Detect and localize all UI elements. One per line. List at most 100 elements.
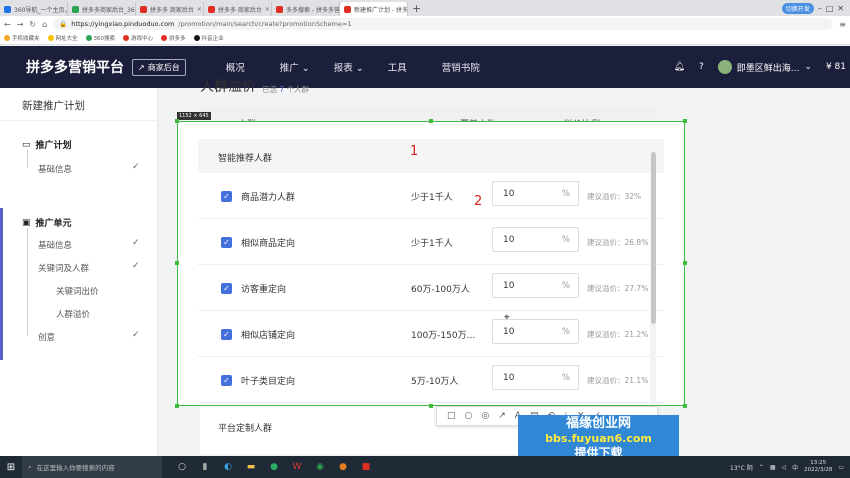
reload-icon[interactable]: ↻ (29, 20, 36, 29)
close-tab-icon[interactable]: ✕ (265, 6, 270, 13)
browser-tab-5[interactable]: 多多搜索 - 拼多多营销平台✕ (272, 2, 340, 16)
maximize-icon[interactable]: □ (826, 4, 834, 13)
resize-handle[interactable] (175, 404, 179, 408)
notification-icon[interactable]: ▭ (838, 464, 844, 471)
row-checkbox[interactable]: ✓ (221, 375, 232, 386)
resize-handle[interactable] (683, 404, 687, 408)
resize-handle[interactable] (429, 404, 433, 408)
bookmark-icon (47, 35, 54, 41)
selected-count: 已选 7 个人群 (262, 85, 310, 94)
app-icon[interactable]: W (291, 462, 303, 472)
home-icon[interactable]: ⌂ (42, 20, 47, 29)
bookmark-item[interactable]: 拼多多 (161, 34, 186, 42)
wechat-icon[interactable]: ● (268, 462, 280, 472)
nav-academy[interactable]: 营销书院 (442, 60, 496, 74)
browser-tab-2[interactable]: 拼多多商家后台_360搜索✕ (68, 2, 136, 16)
sidebar-item-audience-premium[interactable]: 人群溢价 (56, 308, 90, 320)
resize-handle[interactable] (175, 261, 179, 265)
group-title: 智能推荐人群 (218, 154, 273, 164)
tab-favicon-icon (276, 5, 283, 13)
app-icon[interactable]: ■ (360, 462, 372, 472)
arrow-tool-icon[interactable]: ↗ (498, 411, 506, 421)
edge-icon[interactable]: ◐ (222, 462, 234, 472)
browser-tab-1[interactable]: 360导航_一个主页，整个世界✕ (0, 2, 68, 16)
browser-tab-4[interactable]: 拼多多 商家后台 ✕ (204, 2, 272, 16)
app-logo[interactable]: 拼多多营销平台 (26, 57, 124, 77)
avatar (717, 60, 732, 74)
help-icon[interactable]: ? (699, 62, 704, 72)
tree-line (27, 150, 28, 168)
rectangle-tool-icon[interactable]: □ (447, 411, 456, 421)
sidebar-item-plan-basic[interactable]: 基础信息 (38, 163, 72, 175)
forward-icon[interactable]: → (17, 20, 24, 29)
scrollbar-thumb[interactable] (651, 152, 656, 324)
resize-handle[interactable] (429, 119, 433, 123)
watermark-line2: bbs.fuyuan6.com (545, 432, 652, 445)
balance[interactable]: ¥ 81 (826, 62, 846, 72)
resize-handle[interactable] (175, 119, 179, 123)
search-icon: ⌕ (28, 462, 32, 471)
user-menu[interactable]: 即墨区鲜出海... ⌄ (717, 60, 812, 74)
premium-input[interactable]: 10% (492, 227, 579, 252)
windows-start-icon[interactable]: ⊞ (0, 462, 22, 473)
sidebar-item-keyword-bid[interactable]: 关键词出价 (56, 285, 99, 297)
table-row: ✓ 商品潜力人群 少于1千人 10% 建议溢价：32% (198, 173, 664, 219)
table-row: ✓ 相似商品定向 少于1千人 10% 建议溢价：26.8% (198, 219, 664, 265)
bookmark-item[interactable]: 手机收藏夹 (4, 34, 40, 42)
active-indicator (0, 208, 3, 360)
bookmark-item[interactable]: 抖音企业 (193, 34, 224, 42)
app-icon[interactable]: ◉ (314, 462, 326, 472)
row-checkbox[interactable]: ✓ (221, 237, 232, 248)
folder-icon[interactable]: ▬ (245, 462, 257, 472)
resize-handle[interactable] (683, 119, 687, 123)
capture-selection[interactable]: 智能推荐人群 1 2 ✓ 商品潜力人群 少于1千人 10% 建议溢价：32% ✓… (177, 121, 685, 406)
sidebar-section-unit[interactable]: ▣ 推广单元 (22, 216, 72, 230)
tray-up-icon[interactable]: ⌃ (759, 464, 764, 471)
close-window-icon[interactable]: ✕ (837, 4, 844, 13)
sidebar-item-keywords-audience[interactable]: 关键词及人群 (38, 262, 89, 274)
app-icon[interactable]: ● (337, 462, 349, 472)
ime-indicator[interactable]: 中 (792, 463, 798, 472)
mosaic-tool-icon[interactable]: ◎ (481, 411, 489, 421)
back-icon[interactable]: ← (4, 20, 11, 29)
bell-icon[interactable]: 🔔︎ (674, 62, 685, 72)
new-tab-button[interactable]: + (412, 2, 421, 15)
ellipse-tool-icon[interactable]: ○ (465, 411, 473, 421)
task-view-icon[interactable]: ○ (176, 462, 188, 472)
bookmark-item[interactable]: 360搜索 (85, 34, 115, 42)
weather[interactable]: 13°C 阴 (730, 463, 753, 472)
premium-input[interactable]: 10% (492, 365, 579, 390)
browser-tab-6[interactable]: 新建推广计划 - 拼多多营销平台✕ (340, 2, 408, 16)
sidebar-section-plan[interactable]: ▭ 推广计划 (22, 138, 72, 152)
row-checkbox[interactable]: ✓ (221, 191, 232, 202)
profile-chip[interactable]: 切换开发 (781, 2, 814, 14)
merchant-backstage-button[interactable]: ↗ 商家后台 (132, 58, 186, 76)
close-tab-icon[interactable]: ✕ (197, 6, 202, 13)
nav-reports[interactable]: 报表 ⌄ (334, 60, 388, 74)
premium-input[interactable]: 10% (492, 273, 579, 298)
nav-overview[interactable]: 概况 (226, 60, 280, 74)
row-checkbox[interactable]: ✓ (221, 329, 232, 340)
unit-icon: ▣ (22, 217, 31, 228)
row-checkbox[interactable]: ✓ (221, 283, 232, 294)
sidebar-item-creative[interactable]: 创意 (38, 331, 55, 343)
url-path: /promotion/main/search/create?promotionS… (178, 20, 352, 28)
bookmark-item[interactable]: 网址大全 (47, 34, 78, 42)
browser-tab-3[interactable]: 拼多多 商家后台 ✕ (136, 2, 204, 16)
app-icon[interactable]: ▮ (199, 462, 211, 472)
clock[interactable]: 13:25 2022/3/28 (804, 460, 832, 474)
nav-promotion[interactable]: 推广 ⌄ (280, 60, 334, 74)
audience-name: 相似店铺定向 (241, 331, 296, 341)
coverage: 100万-150万... (411, 331, 476, 341)
resize-handle[interactable] (683, 261, 687, 265)
url-input[interactable]: 🔒 https://yingxiao.pinduoduo.com/promoti… (53, 18, 834, 30)
premium-input[interactable]: 10% (492, 181, 579, 206)
volume-icon[interactable]: ◁ (781, 464, 786, 471)
sidebar-item-unit-basic[interactable]: 基础信息 (38, 239, 72, 251)
taskbar-search[interactable]: ⌕ 在这里输入你要搜索的内容 (22, 456, 162, 478)
minimize-icon[interactable]: – (818, 4, 822, 13)
network-icon[interactable]: ▦ (770, 464, 776, 471)
nav-tools[interactable]: 工具 (388, 60, 442, 74)
bookmark-item[interactable]: 游戏中心 (123, 34, 153, 42)
menu-icon[interactable]: ≡ (839, 20, 846, 29)
